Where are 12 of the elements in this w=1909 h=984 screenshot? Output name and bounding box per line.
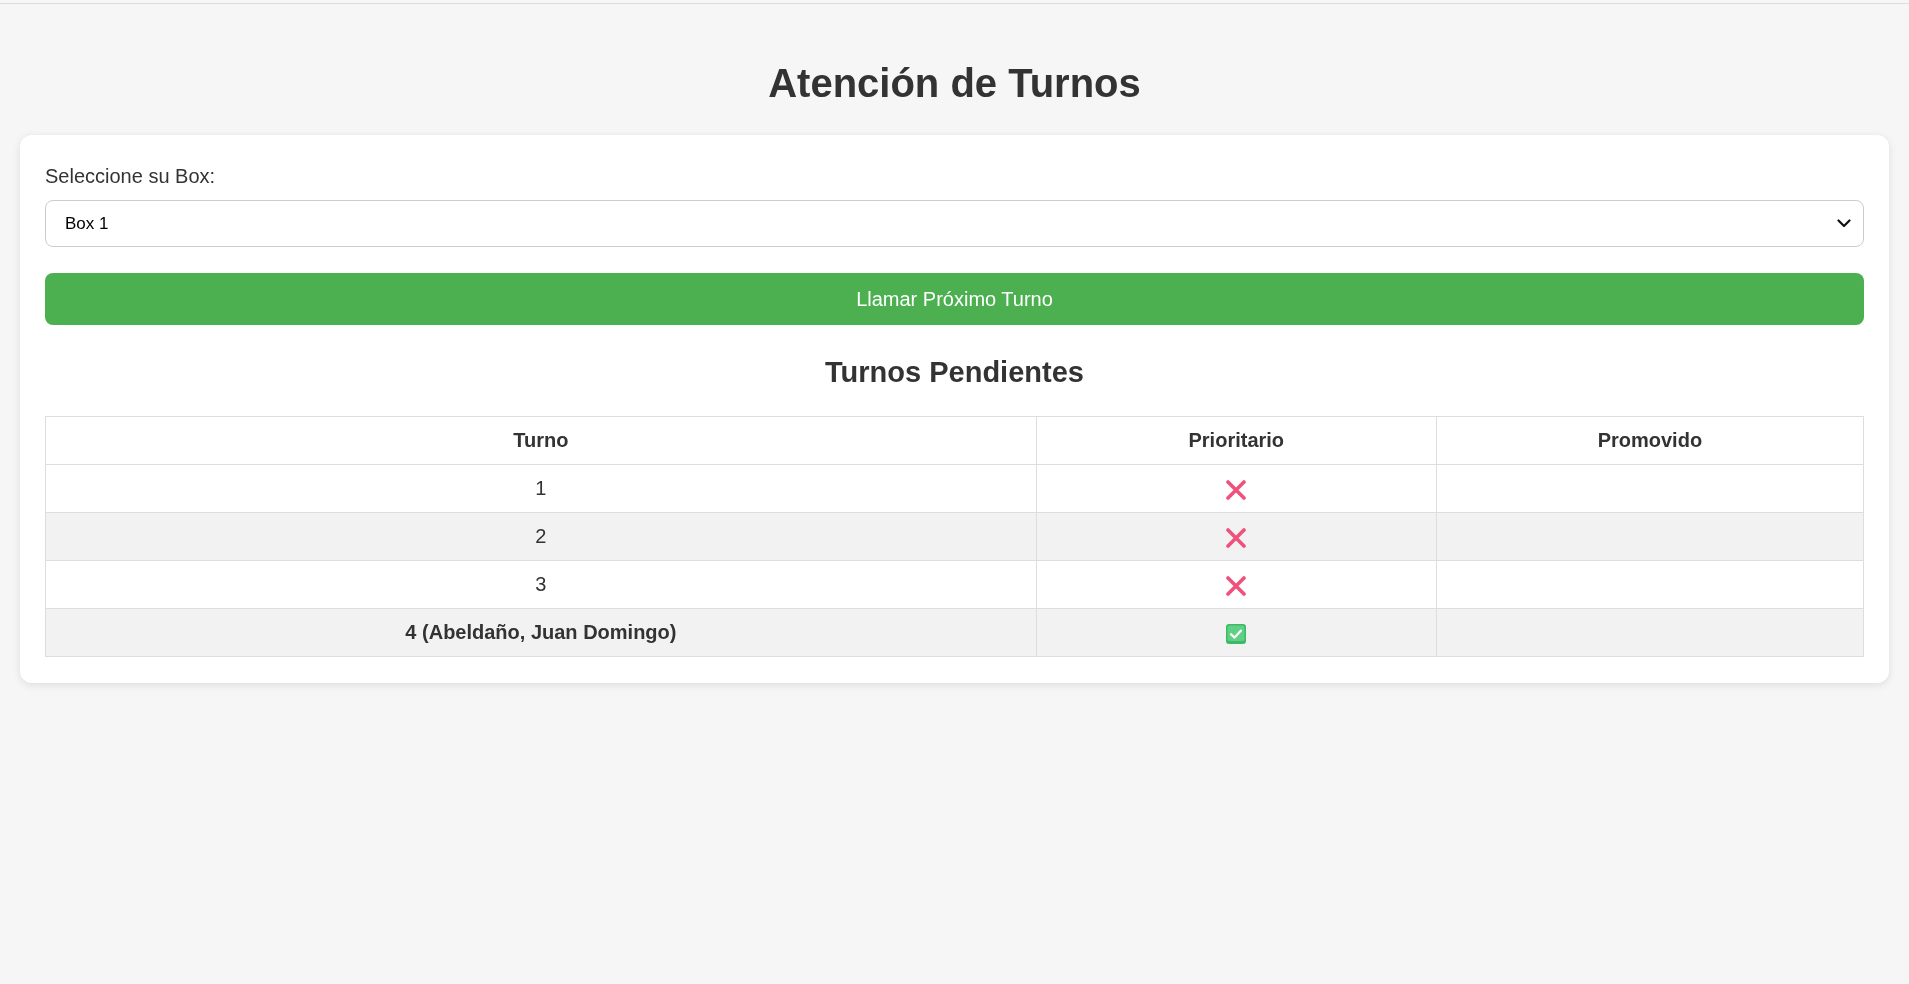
column-header: Prioritario: [1036, 416, 1437, 465]
select-label: Seleccione su Box:: [45, 164, 217, 189]
column-header: Turno: [45, 416, 1037, 465]
table-cell: 3: [45, 560, 1037, 609]
table-cell: 4 (Abeldaño, Juan Domingo): [45, 608, 1037, 657]
table-cell: 1: [45, 464, 1037, 513]
section-title: Turnos Pendientes: [824, 355, 1085, 390]
chevron-down-icon: [1837, 219, 1851, 228]
page-title: Atención de Turnos: [767, 60, 1142, 107]
box-select[interactable]: Box 1: [45, 200, 1864, 247]
column-header: Promovido: [1436, 416, 1864, 465]
table-cell: 2: [45, 512, 1037, 561]
